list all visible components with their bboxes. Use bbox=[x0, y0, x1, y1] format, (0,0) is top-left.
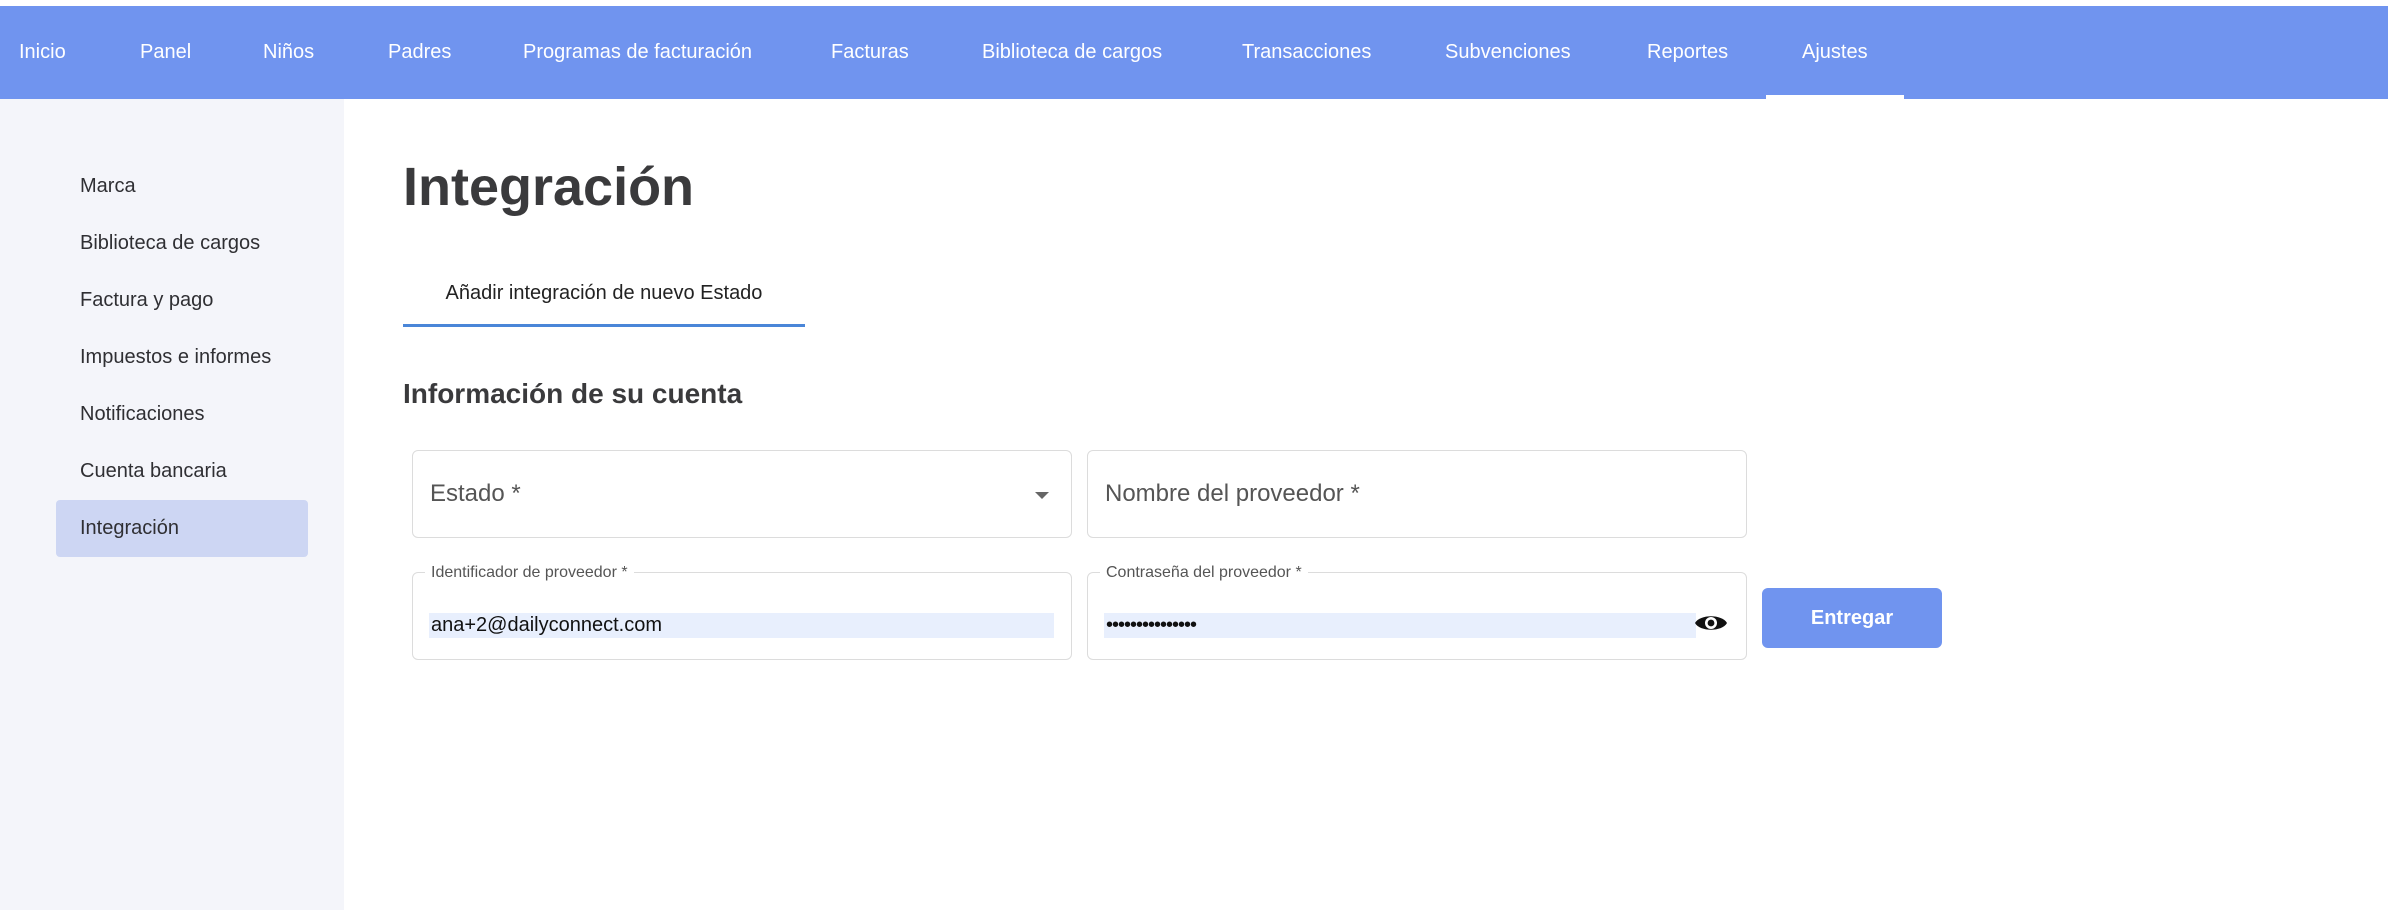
sidebar-item-marca[interactable]: Marca bbox=[56, 158, 308, 215]
sidebar-item-impuestos-e-informes[interactable]: Impuestos e informes bbox=[56, 329, 308, 386]
state-select[interactable]: Estado * bbox=[412, 450, 1072, 538]
provider-id-input[interactable]: Identificador de proveedor * ana+2@daily… bbox=[412, 564, 1072, 660]
nav-item-biblioteca-de-cargos[interactable]: Biblioteca de cargos bbox=[982, 6, 1162, 99]
sidebar-item-notificaciones[interactable]: Notificaciones bbox=[56, 386, 308, 443]
nav-item-inicio[interactable]: Inicio bbox=[19, 6, 66, 99]
top-navigation-bar: Inicio Panel Niños Padres Programas de f… bbox=[0, 6, 2388, 99]
provider-name-input[interactable]: Nombre del proveedor * bbox=[1087, 450, 1747, 538]
state-select-placeholder: Estado * bbox=[430, 480, 521, 507]
nav-item-padres[interactable]: Padres bbox=[388, 6, 451, 99]
provider-password-value[interactable]: ••••••••••••••• bbox=[1104, 613, 1696, 638]
nav-item-panel[interactable]: Panel bbox=[140, 6, 191, 99]
nav-item-ajustes[interactable]: Ajustes bbox=[1766, 6, 1903, 99]
tab-add-state-integration[interactable]: Añadir integración de nuevo Estado bbox=[403, 262, 805, 327]
nav-item-ninos[interactable]: Niños bbox=[263, 6, 314, 99]
provider-password-input[interactable]: Contraseña del proveedor * •••••••••••••… bbox=[1087, 564, 1747, 660]
section-title-account-info: Información de su cuenta bbox=[403, 378, 743, 409]
provider-name-placeholder: Nombre del proveedor * bbox=[1105, 480, 1360, 507]
settings-sidebar: Marca Biblioteca de cargos Factura y pag… bbox=[0, 99, 344, 910]
chevron-down-icon bbox=[1035, 492, 1049, 499]
nav-item-transacciones[interactable]: Transacciones bbox=[1242, 6, 1371, 99]
sidebar-item-integracion[interactable]: Integración bbox=[56, 500, 308, 557]
nav-item-facturas[interactable]: Facturas bbox=[831, 6, 909, 99]
nav-item-subvenciones[interactable]: Subvenciones bbox=[1445, 6, 1571, 99]
nav-item-programas-de-facturacion[interactable]: Programas de facturación bbox=[523, 6, 752, 99]
page-title: Integración bbox=[403, 157, 695, 217]
provider-id-value[interactable]: ana+2@dailyconnect.com bbox=[429, 613, 1054, 638]
provider-id-label: Identificador de proveedor * bbox=[425, 564, 634, 582]
nav-item-reportes[interactable]: Reportes bbox=[1647, 6, 1728, 99]
sidebar-item-cuenta-bancaria[interactable]: Cuenta bancaria bbox=[56, 443, 308, 500]
eye-icon[interactable] bbox=[1694, 611, 1728, 635]
submit-button[interactable]: Entregar bbox=[1762, 588, 1942, 648]
provider-password-label: Contraseña del proveedor * bbox=[1100, 564, 1308, 582]
sidebar-item-factura-y-pago[interactable]: Factura y pago bbox=[56, 272, 308, 329]
sidebar-item-biblioteca-de-cargos[interactable]: Biblioteca de cargos bbox=[56, 215, 308, 272]
